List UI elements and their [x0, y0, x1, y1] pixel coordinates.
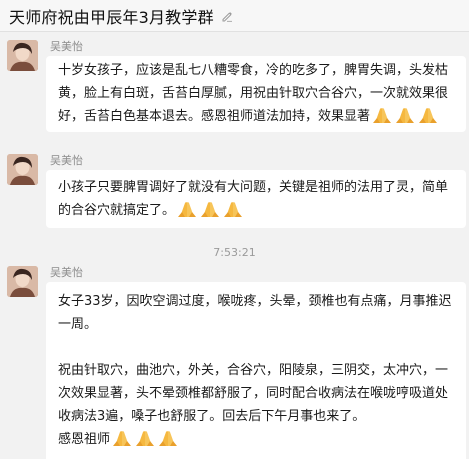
sender-name: 吴美怡	[50, 266, 83, 279]
sender-name: 吴美怡	[50, 154, 83, 167]
chat-window: 天师府祝由甲辰年3月教学群 吴美怡 十岁女孩子，应该是乱七八糟零食，冷的吃多了，…	[0, 0, 469, 459]
praying-hands-icon	[222, 200, 244, 218]
praying-hands-icon	[157, 429, 179, 447]
praying-hands-icon	[417, 106, 439, 124]
praying-hands-icon	[199, 200, 221, 218]
praying-hands-icon	[394, 106, 416, 124]
praying-hands-icon	[111, 429, 133, 447]
praying-hands-icon	[371, 106, 393, 124]
message-text: 小孩子只要脾胃调好了就没有大问题，关键是祖师的法用了灵，简单的合谷穴就搞定了。	[58, 176, 454, 222]
message-bubble[interactable]: 女子33岁，因吹空调过度，喉咙疼，头晕，颈椎也有点痛，月事推迟一周。 祝由针取穴…	[46, 282, 466, 459]
message-paragraph-3: 感恩祖师	[58, 428, 454, 451]
message-bubble[interactable]: 小孩子只要脾胃调好了就没有大问题，关键是祖师的法用了灵，简单的合谷穴就搞定了。	[46, 170, 466, 228]
praying-hands-icon	[134, 429, 156, 447]
message-text-body: 感恩祖师	[58, 432, 111, 447]
message-paragraph-1: 女子33岁，因吹空调过度，喉咙疼，头晕，颈椎也有点痛，月事推迟一周。	[58, 294, 452, 332]
message-paragraph-2: 祝由针取穴，曲池穴，外关，合谷穴，阳陵泉，三阴交，太冲穴，一次效果显著，头不晕颈…	[58, 363, 449, 424]
avatar[interactable]	[7, 40, 38, 71]
message-text-body: 小孩子只要脾胃调好了就没有大问题，关键是祖师的法用了灵，简单的合谷穴就搞定了。	[58, 180, 449, 218]
chat-header: 天师府祝由甲辰年3月教学群	[0, 0, 469, 32]
sender-name: 吴美怡	[50, 40, 83, 53]
edit-icon[interactable]	[221, 10, 233, 22]
avatar[interactable]	[7, 266, 38, 297]
timestamp: 7:53:21	[213, 246, 256, 259]
chat-title: 天师府祝由甲辰年3月教学群	[9, 7, 214, 27]
avatar[interactable]	[7, 154, 38, 185]
message-bubble[interactable]: 十岁女孩子，应该是乱七八糟零食，冷的吃多了，脾胃失调，头发枯黄，脸上有白斑，舌苔…	[46, 56, 466, 132]
praying-hands-icon	[176, 200, 198, 218]
message-text: 十岁女孩子，应该是乱七八糟零食，冷的吃多了，脾胃失调，头发枯黄，脸上有白斑，舌苔…	[58, 59, 454, 128]
